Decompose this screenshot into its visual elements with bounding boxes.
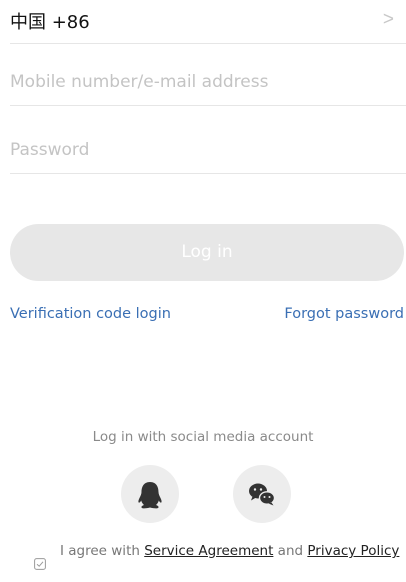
forgot-password-link[interactable]: Forgot password bbox=[284, 306, 404, 322]
password-input[interactable] bbox=[10, 140, 370, 160]
agreement-conjunction: and bbox=[273, 543, 308, 559]
privacy-policy-link[interactable]: Privacy Policy bbox=[307, 543, 399, 559]
wechat-icon bbox=[249, 483, 276, 506]
qq-penguin-icon bbox=[138, 482, 162, 509]
social-login-caption: Log in with social media account bbox=[92, 429, 314, 445]
agreement-checkbox[interactable] bbox=[34, 558, 46, 570]
qq-login-button[interactable] bbox=[121, 465, 179, 523]
mobile-field-row bbox=[10, 66, 406, 106]
agreement-prefix: I agree with bbox=[60, 543, 145, 559]
region-code-label: 中国 +86 bbox=[10, 12, 90, 33]
chevron-right-icon: > bbox=[382, 9, 394, 30]
mobile-email-input[interactable] bbox=[10, 72, 370, 92]
service-agreement-link[interactable]: Service Agreement bbox=[144, 543, 273, 559]
login-button[interactable]: Log in bbox=[10, 224, 404, 281]
region-selector[interactable]: 中国 +86 > bbox=[10, 0, 406, 44]
wechat-login-button[interactable] bbox=[233, 465, 291, 523]
password-field-row bbox=[10, 134, 406, 174]
login-screen: 中国 +86 > Log in Verification code login … bbox=[0, 0, 406, 582]
verification-code-login-link[interactable]: Verification code login bbox=[10, 306, 171, 322]
agreement-text: I agree with Service Agreement and Priva… bbox=[60, 543, 400, 560]
